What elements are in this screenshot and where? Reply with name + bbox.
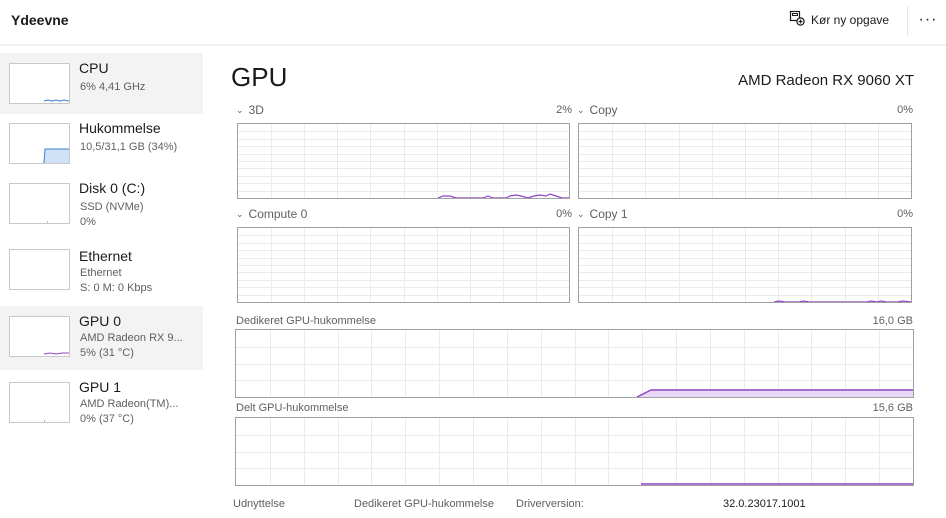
- sidebar-item-throughput: S: 0 M: 0 Kbps: [80, 282, 153, 294]
- chevron-down-icon: ⌄: [236, 208, 244, 219]
- sidebar-item-cpu[interactable]: CPU 6% 4,41 GHz: [0, 53, 203, 114]
- engine-selector-compute-0[interactable]: ⌄ Compute 0: [236, 207, 307, 221]
- run-new-task-button[interactable]: Kør ny opgave: [783, 6, 895, 34]
- engine-selector-copy[interactable]: ⌄ Copy: [577, 103, 618, 117]
- sidebar: CPU 6% 4,41 GHz Hukommelse 10,5/31,1 GB …: [0, 46, 210, 518]
- sidebar-item-detail: 6% 4,41 GHz: [80, 81, 146, 93]
- sidebar-item-ethernet[interactable]: Ethernet Ethernet S: 0 M: 0 Kbps: [0, 239, 203, 300]
- disk-thumbnail-graph: [9, 183, 70, 224]
- engine-selector-copy-1[interactable]: ⌄ Copy 1: [577, 207, 628, 221]
- sidebar-item-detail: AMD Radeon(TM)...: [80, 398, 179, 410]
- header-bar: Ydeevne Kør ny opgave ···: [0, 0, 946, 44]
- engine-graph-copy-1: [578, 227, 912, 303]
- sidebar-item-detail: AMD Radeon RX 9...: [80, 332, 183, 344]
- sidebar-item-disk-0[interactable]: Disk 0 (C:) SSD (NVMe) 0%: [0, 173, 203, 234]
- chevron-down-icon: ⌄: [577, 208, 585, 219]
- memory-thumbnail-graph: [9, 123, 70, 164]
- sidebar-item-label: Hukommelse: [79, 120, 161, 136]
- page-title: Ydeevne: [11, 12, 69, 28]
- sidebar-item-detail: SSD (NVMe): [80, 201, 144, 213]
- chevron-down-icon: ⌄: [577, 104, 585, 115]
- engine-selector-3d[interactable]: ⌄ 3D: [236, 103, 264, 117]
- dedicated-memory-max: 16,0 GB: [872, 315, 913, 327]
- dedicated-memory-label: Dedikeret GPU-hukommelse: [236, 315, 376, 327]
- utilization-label: Udnyttelse: [233, 498, 285, 510]
- graph-grid: [238, 228, 569, 302]
- engine-max-percent: 0%: [556, 208, 572, 220]
- graph-grid: [579, 124, 911, 198]
- gpu-model-name: AMD Radeon RX 9060 XT: [738, 72, 914, 89]
- dedicated-memory-graph: [235, 329, 914, 398]
- driver-version-label: Driverversion:: [516, 498, 584, 510]
- graph-grid: [238, 124, 569, 198]
- engine-max-percent: 0%: [897, 104, 913, 116]
- header-divider: [907, 6, 908, 36]
- dedicated-gpu-memory-stat-label: Dedikeret GPU-hukommelse: [354, 498, 494, 510]
- sidebar-item-memory[interactable]: Hukommelse 10,5/31,1 GB (34%): [0, 113, 203, 174]
- graph-grid: [579, 228, 911, 302]
- shared-memory-label: Delt GPU-hukommelse: [236, 402, 349, 414]
- sidebar-item-gpu-1[interactable]: GPU 1 AMD Radeon(TM)... 0% (37 °C): [0, 372, 203, 433]
- sidebar-item-usage: 5% (31 °C): [80, 347, 134, 359]
- sidebar-item-label: Ethernet: [79, 248, 132, 264]
- sidebar-item-usage: 0%: [80, 216, 96, 228]
- gpu-heading: GPU: [231, 62, 288, 92]
- engine-graph-compute-0: [237, 227, 570, 303]
- engine-max-percent: 2%: [556, 104, 572, 116]
- shared-memory-graph: [235, 417, 914, 486]
- engine-label: Compute 0: [248, 207, 308, 221]
- graph-grid: [236, 418, 913, 485]
- graph-grid: [236, 330, 913, 397]
- run-task-label: Kør ny opgave: [811, 13, 890, 27]
- more-options-button[interactable]: ···: [914, 6, 942, 34]
- chevron-down-icon: ⌄: [236, 104, 244, 115]
- run-task-icon: [789, 10, 805, 31]
- driver-version-value: 32.0.23017.1001: [723, 498, 806, 510]
- gpu0-thumbnail-graph: [9, 316, 70, 357]
- engine-label: Copy 1: [589, 207, 628, 221]
- engine-max-percent: 0%: [897, 208, 913, 220]
- engine-graph-3d: [237, 123, 570, 199]
- sidebar-item-detail: Ethernet: [80, 267, 122, 279]
- sidebar-item-label: CPU: [79, 60, 109, 76]
- engine-label: Copy: [589, 103, 618, 117]
- sidebar-item-detail: 10,5/31,1 GB (34%): [80, 141, 178, 153]
- shared-memory-max: 15,6 GB: [872, 402, 913, 414]
- sidebar-item-label: GPU 1: [79, 379, 122, 395]
- gpu1-thumbnail-graph: [9, 382, 70, 423]
- engine-graph-copy: [578, 123, 912, 199]
- cpu-thumbnail-graph: [9, 63, 70, 104]
- engine-label: 3D: [248, 103, 264, 117]
- gpu-details-panel: GPU AMD Radeon RX 9060 XT ⌄ 3D 2% ⌄ Copy…: [210, 46, 946, 518]
- sidebar-item-gpu-0[interactable]: GPU 0 AMD Radeon RX 9... 5% (31 °C): [0, 306, 203, 370]
- sidebar-item-label: GPU 0: [79, 313, 122, 329]
- sidebar-item-usage: 0% (37 °C): [80, 413, 134, 425]
- ethernet-thumbnail-graph: [9, 249, 70, 290]
- sidebar-item-label: Disk 0 (C:): [79, 180, 146, 196]
